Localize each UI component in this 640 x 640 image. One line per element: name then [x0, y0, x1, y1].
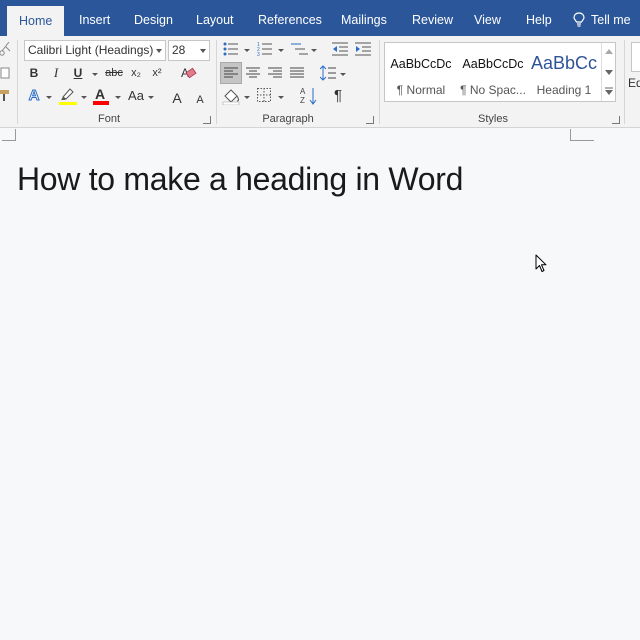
multilevel-list-icon[interactable] [291, 42, 309, 56]
lightbulb-icon [573, 12, 585, 27]
numbering-icon[interactable]: 1 2 3 [257, 42, 273, 56]
align-right-icon[interactable] [268, 67, 282, 79]
ribbon-tab-bar: Home Insert Design Layout References Mai… [0, 0, 640, 36]
bold-button[interactable]: B [26, 63, 42, 83]
strikethrough-button[interactable]: abc [103, 63, 125, 83]
italic-button[interactable]: I [48, 63, 64, 83]
font-size-combo[interactable]: 28 [168, 40, 210, 61]
borders-icon[interactable] [257, 88, 271, 102]
mouse-pointer-icon [535, 254, 547, 272]
chevron-down-icon[interactable] [278, 96, 284, 99]
svg-text:A: A [300, 87, 306, 96]
line-spacing-icon[interactable] [320, 65, 336, 81]
align-left-icon [224, 67, 238, 78]
decrease-indent-icon[interactable] [332, 42, 348, 56]
tab-mailings[interactable]: Mailings [341, 0, 387, 36]
chevron-down-icon[interactable] [605, 70, 613, 75]
separator [216, 40, 217, 124]
document-heading[interactable]: How to make a heading in Word [17, 161, 463, 198]
chevron-down-icon[interactable] [244, 96, 250, 99]
margin-marker-right [570, 129, 594, 141]
format-painter-icon[interactable] [0, 88, 12, 102]
tab-home[interactable]: Home [7, 6, 65, 36]
tab-references[interactable]: References [258, 0, 322, 36]
tab-help[interactable]: Help [526, 0, 552, 36]
chevron-up-icon[interactable] [605, 49, 613, 54]
styles-gallery: AaBbCcDc ¶ Normal AaBbCcDc ¶ No Spac... … [384, 42, 616, 102]
show-formatting-button[interactable]: ¶ [330, 86, 346, 106]
font-group-label: Font [97, 113, 120, 125]
font-size-value: 28 [172, 43, 186, 57]
grow-font-button[interactable]: A [170, 88, 184, 108]
font-color-glyph: A [95, 86, 106, 102]
change-case-button[interactable]: Aa [126, 86, 146, 106]
svg-text:3: 3 [257, 52, 260, 56]
shrink-font-button[interactable]: A [194, 90, 206, 110]
font-name-value: Calibri Light (Headings) [28, 43, 154, 57]
chevron-down-icon[interactable] [148, 96, 154, 99]
separator [379, 40, 380, 124]
cut-icon[interactable] [0, 42, 12, 56]
highlight-color-icon[interactable] [58, 87, 78, 105]
paragraph-group-label: Paragraph [262, 113, 314, 125]
chevron-down-icon[interactable] [115, 96, 121, 99]
clear-formatting-icon[interactable]: A [180, 65, 198, 81]
more-styles-icon[interactable] [605, 87, 613, 95]
tab-view[interactable]: View [474, 0, 501, 36]
separator [17, 40, 18, 124]
increase-indent-icon[interactable] [355, 42, 371, 56]
justify-icon[interactable] [290, 67, 304, 79]
editing-label[interactable]: Ed [628, 76, 640, 90]
tell-me-search[interactable]: Tell me [591, 0, 631, 36]
editing-box[interactable] [631, 42, 640, 72]
margin-marker-left [2, 129, 16, 141]
chevron-down-icon[interactable] [81, 96, 87, 99]
separator [624, 40, 625, 124]
tab-review[interactable]: Review [412, 0, 453, 36]
style-name: Heading 1 [536, 83, 592, 97]
superscript-button[interactable]: x² [148, 63, 166, 83]
font-name-combo[interactable]: Calibri Light (Headings) [24, 40, 166, 61]
style-normal[interactable]: AaBbCcDc ¶ Normal [385, 43, 457, 101]
tab-design[interactable]: Design [134, 0, 173, 36]
bullets-icon[interactable] [223, 42, 239, 56]
tab-insert[interactable]: Insert [79, 0, 110, 36]
chevron-down-icon[interactable] [156, 49, 162, 53]
document-canvas[interactable] [0, 141, 640, 640]
style-heading-1[interactable]: AaBbCc Heading 1 [529, 43, 599, 101]
font-dialog-launcher[interactable] [203, 116, 211, 124]
align-center-icon[interactable] [246, 67, 260, 79]
styles-group-label: Styles [478, 113, 508, 125]
style-sample: AaBbCcDc [390, 57, 452, 71]
font-color-button[interactable]: A [92, 86, 110, 106]
subscript-button[interactable]: x₂ [127, 63, 145, 83]
chevron-down-icon[interactable] [311, 49, 317, 52]
style-sample: AaBbCc [530, 53, 598, 73]
svg-text:Z: Z [300, 96, 305, 105]
paragraph-dialog-launcher[interactable] [366, 116, 374, 124]
underline-button[interactable]: U [70, 63, 86, 83]
chevron-down-icon[interactable] [200, 49, 206, 53]
sort-icon[interactable]: A Z [300, 86, 318, 106]
font-color-swatch [93, 101, 109, 105]
style-sample: AaBbCcDc [462, 57, 524, 71]
shading-icon[interactable] [222, 87, 240, 105]
text-effects-button[interactable]: A [26, 86, 42, 106]
chevron-down-icon[interactable] [340, 73, 346, 76]
chevron-down-icon[interactable] [278, 49, 284, 52]
chevron-down-icon[interactable] [46, 96, 52, 99]
tab-layout[interactable]: Layout [196, 0, 234, 36]
copy-icon[interactable] [0, 66, 12, 80]
style-name: ¶ No Spac... [460, 83, 526, 97]
style-name: ¶ Normal [396, 83, 446, 97]
styles-dialog-launcher[interactable] [612, 116, 620, 124]
chevron-down-icon[interactable] [92, 73, 98, 76]
ribbon: Calibri Light (Headings) 28 B I U abc x₂… [0, 36, 640, 128]
chevron-down-icon[interactable] [244, 49, 250, 52]
style-no-spacing[interactable]: AaBbCcDc ¶ No Spac... [457, 43, 529, 101]
styles-scrollbar [601, 43, 615, 101]
